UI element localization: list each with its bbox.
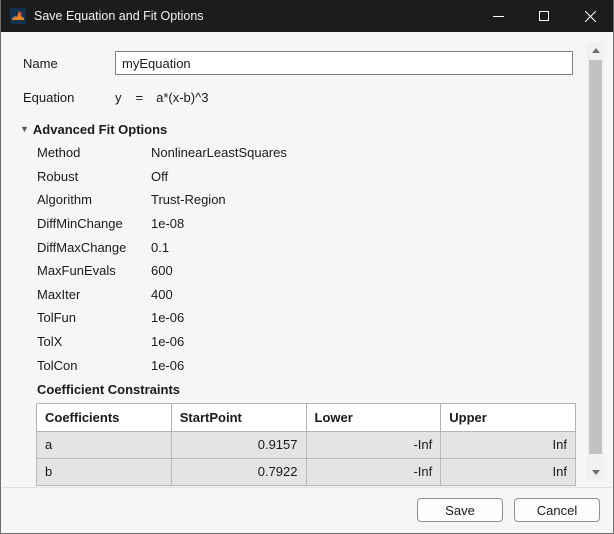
- option-value: 1e-06: [151, 358, 184, 373]
- table-header-row: Coefficients StartPoint Lower Upper: [37, 403, 576, 431]
- collapse-arrow-icon: ▼: [20, 124, 29, 134]
- scroll-down-icon[interactable]: [587, 464, 604, 480]
- coefficient-constraints-header: Coefficient Constraints: [23, 382, 573, 397]
- option-row-robust: Robust Off: [23, 165, 573, 189]
- dialog-footer: Save Cancel: [2, 487, 612, 532]
- option-row-maxfunevals: MaxFunEvals 600: [23, 259, 573, 283]
- option-value: 400: [151, 287, 173, 302]
- table-row-b: b 0.7922 -Inf Inf: [37, 458, 576, 485]
- option-label: TolCon: [37, 358, 151, 373]
- option-label: Method: [37, 145, 151, 160]
- option-label: Algorithm: [37, 192, 151, 207]
- dialog-content: Name Equation y = a*(x-b)^3 ▼ Advanced F…: [1, 32, 613, 488]
- cell-upper[interactable]: Inf: [441, 458, 576, 485]
- scroll-up-icon[interactable]: [587, 42, 604, 58]
- option-row-maxiter: MaxIter 400: [23, 283, 573, 307]
- advanced-fit-options-label: Advanced Fit Options: [33, 122, 167, 137]
- advanced-options-list: Method NonlinearLeastSquares Robust Off …: [23, 141, 573, 377]
- option-label: MaxFunEvals: [37, 263, 151, 278]
- option-value: 1e-08: [151, 216, 184, 231]
- matlab-icon: [10, 8, 26, 24]
- option-label: TolFun: [37, 310, 151, 325]
- cell-lower[interactable]: -Inf: [306, 431, 441, 458]
- advanced-fit-options-header[interactable]: ▼ Advanced Fit Options: [23, 122, 573, 137]
- equation-equals: =: [136, 90, 144, 105]
- option-label: TolX: [37, 334, 151, 349]
- cancel-button[interactable]: Cancel: [514, 498, 600, 522]
- cell-upper[interactable]: Inf: [441, 431, 576, 458]
- option-value: NonlinearLeastSquares: [151, 145, 287, 160]
- option-row-method: Method NonlinearLeastSquares: [23, 141, 573, 165]
- equation-label: Equation: [23, 90, 115, 105]
- close-button[interactable]: [567, 0, 613, 32]
- option-label: DiffMaxChange: [37, 240, 151, 255]
- coefficient-constraints-table: Coefficients StartPoint Lower Upper a 0.…: [36, 403, 576, 486]
- cell-lower[interactable]: -Inf: [306, 458, 441, 485]
- option-row-tolcon: TolCon 1e-06: [23, 353, 573, 377]
- name-input[interactable]: [115, 51, 573, 75]
- title-bar: Save Equation and Fit Options: [1, 0, 613, 32]
- equation-rhs: a*(x-b)^3: [156, 90, 208, 105]
- option-value: 1e-06: [151, 334, 184, 349]
- option-value: 0.1: [151, 240, 169, 255]
- option-row-tolx: TolX 1e-06: [23, 330, 573, 354]
- cell-startpoint[interactable]: 0.9157: [171, 431, 306, 458]
- equation-lhs: y: [115, 90, 122, 105]
- option-label: MaxIter: [37, 287, 151, 302]
- name-label: Name: [23, 56, 115, 71]
- option-value: 600: [151, 263, 173, 278]
- name-row: Name: [23, 51, 573, 75]
- table-row-a: a 0.9157 -Inf Inf: [37, 431, 576, 458]
- save-equation-dialog: Save Equation and Fit Options Name Equat…: [0, 0, 614, 534]
- option-value: Trust-Region: [151, 192, 226, 207]
- minimize-button[interactable]: [475, 0, 521, 32]
- column-header-upper[interactable]: Upper: [441, 403, 576, 431]
- vertical-scrollbar[interactable]: [587, 42, 604, 480]
- column-header-lower[interactable]: Lower: [306, 403, 441, 431]
- maximize-button[interactable]: [521, 0, 567, 32]
- scrollbar-thumb[interactable]: [589, 60, 602, 454]
- option-row-diffmaxchange: DiffMaxChange 0.1: [23, 235, 573, 259]
- column-header-coefficients[interactable]: Coefficients: [37, 403, 172, 431]
- option-row-algorithm: Algorithm Trust-Region: [23, 188, 573, 212]
- option-row-tolfun: TolFun 1e-06: [23, 306, 573, 330]
- column-header-startpoint[interactable]: StartPoint: [171, 403, 306, 431]
- save-button[interactable]: Save: [417, 498, 503, 522]
- option-row-diffminchange: DiffMinChange 1e-08: [23, 212, 573, 236]
- option-value: Off: [151, 169, 168, 184]
- option-label: DiffMinChange: [37, 216, 151, 231]
- cell-coefficient[interactable]: a: [37, 431, 172, 458]
- option-value: 1e-06: [151, 310, 184, 325]
- cell-startpoint[interactable]: 0.7922: [171, 458, 306, 485]
- cell-coefficient[interactable]: b: [37, 458, 172, 485]
- option-label: Robust: [37, 169, 151, 184]
- window-title: Save Equation and Fit Options: [34, 9, 204, 23]
- equation-row: Equation y = a*(x-b)^3: [23, 90, 573, 105]
